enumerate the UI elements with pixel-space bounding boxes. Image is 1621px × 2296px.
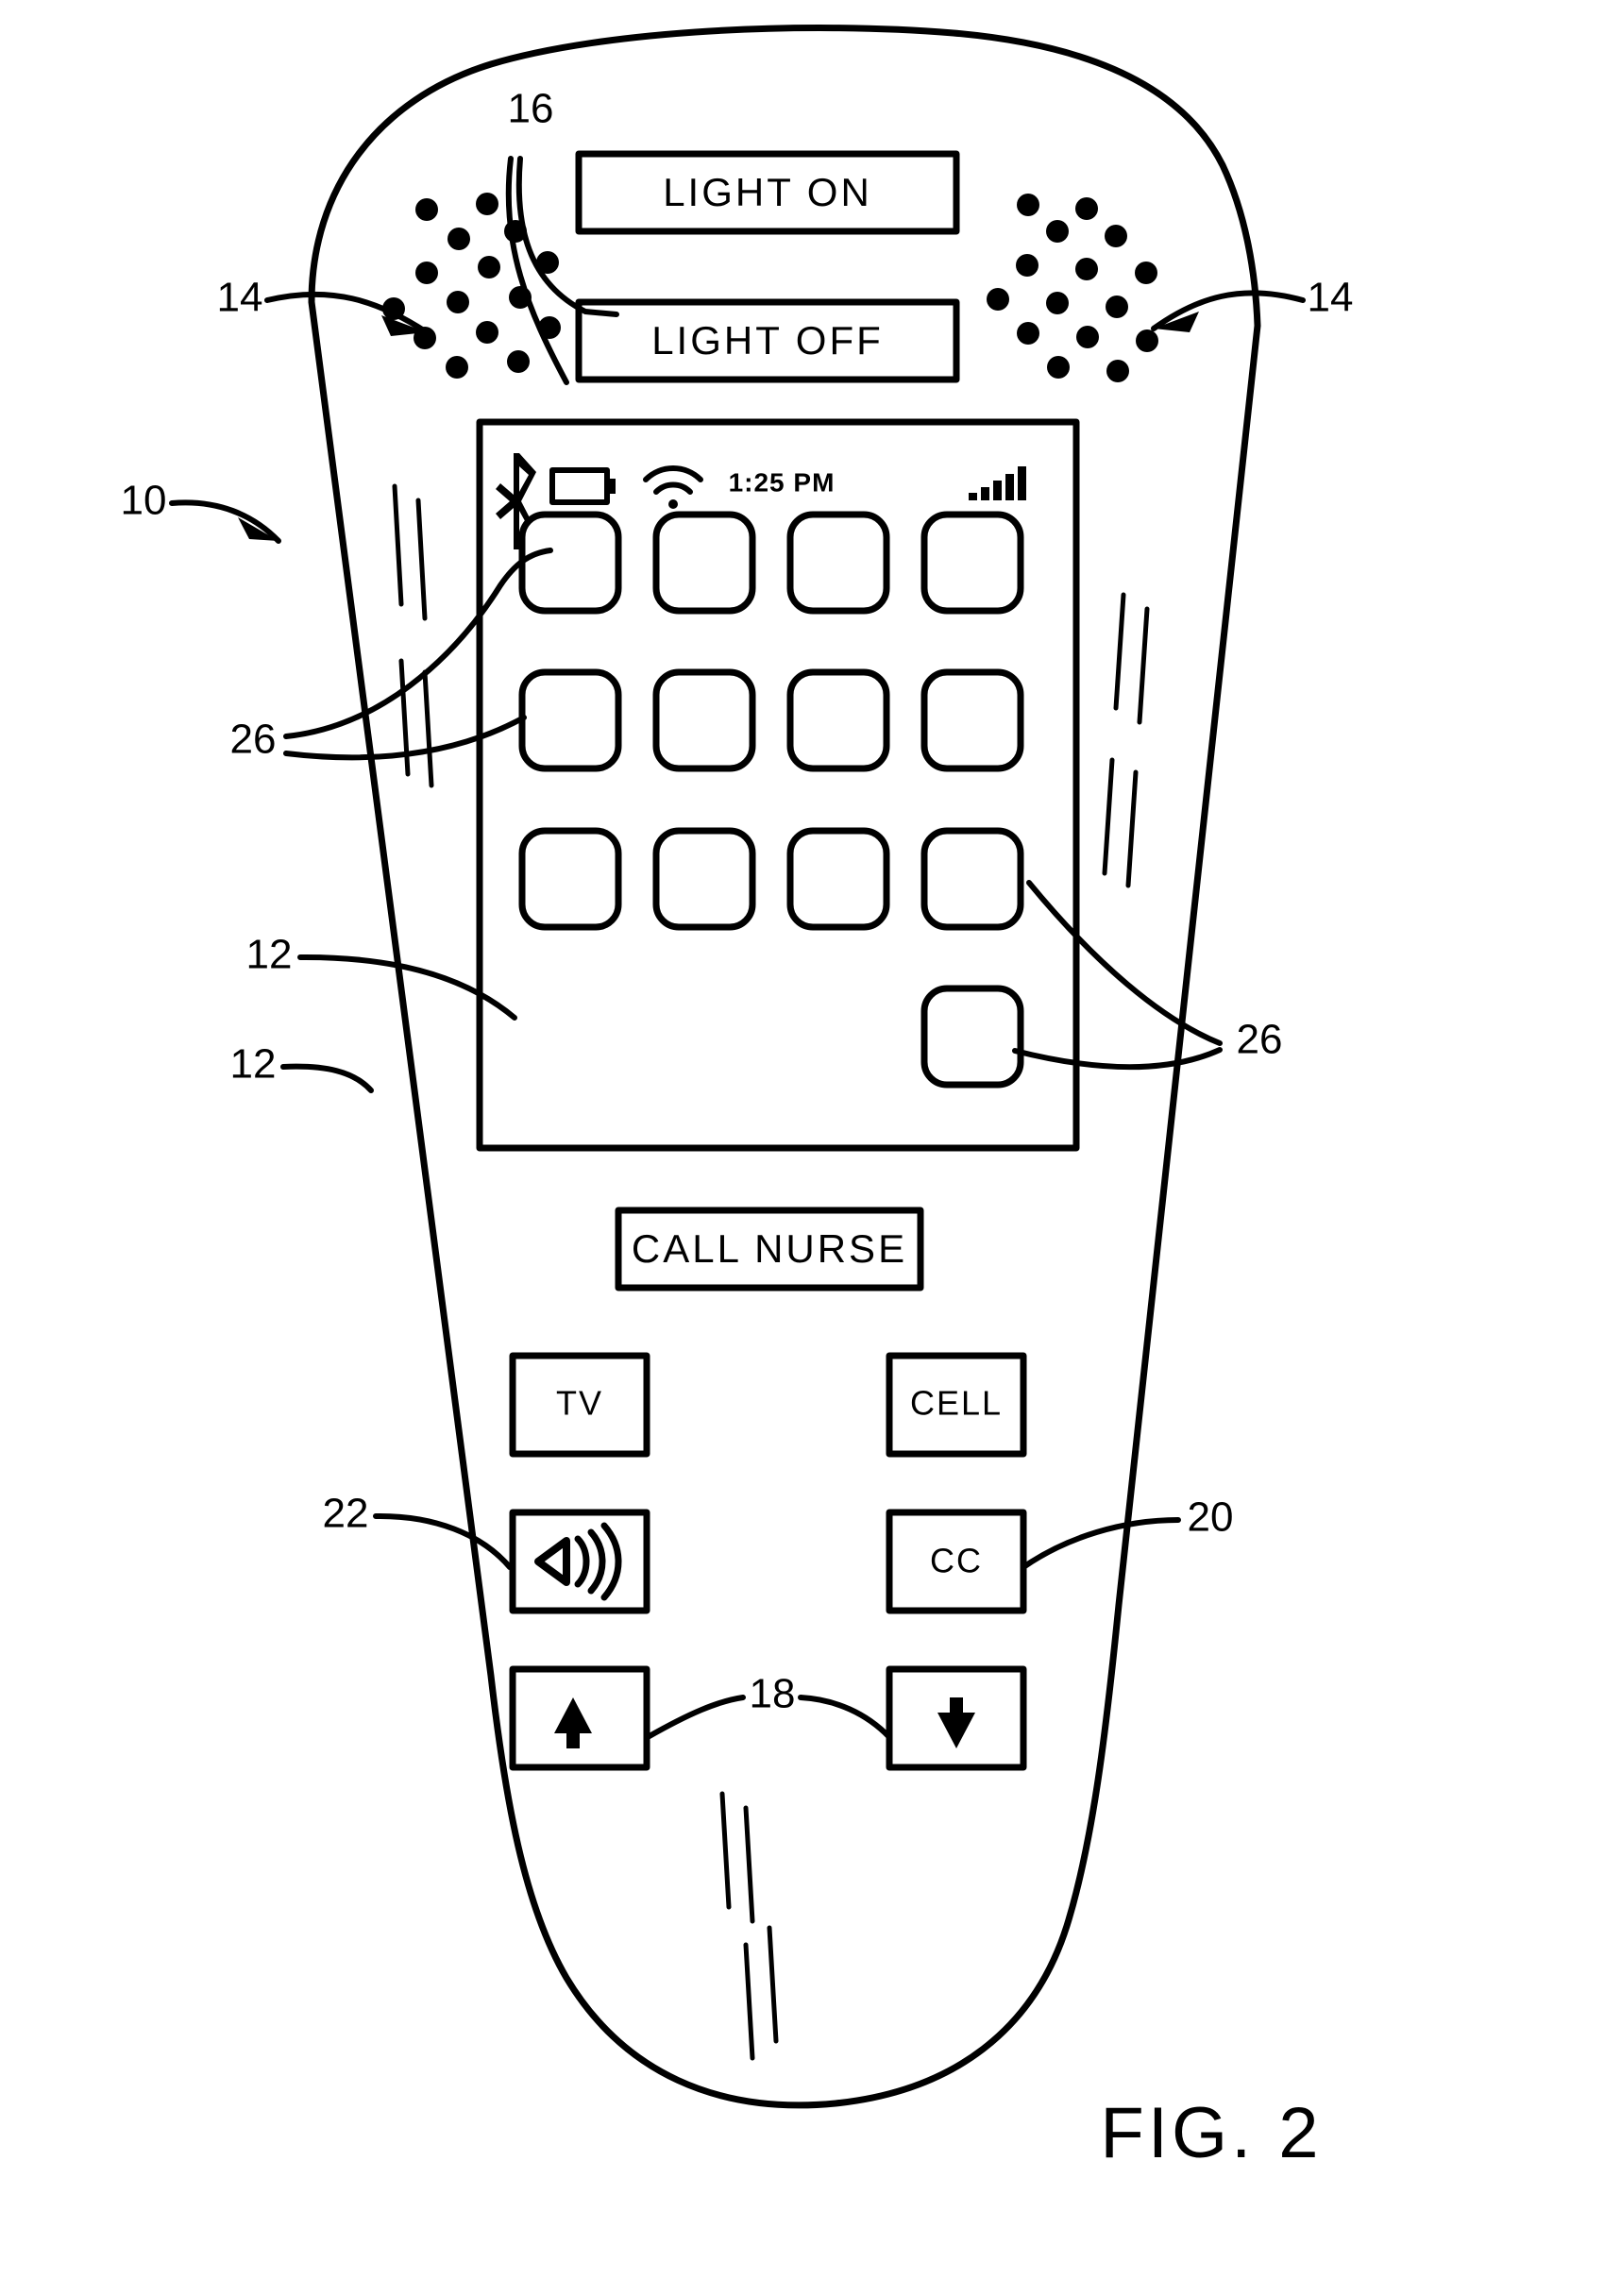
leader-14-left (264, 291, 430, 336)
call-nurse-button[interactable]: CALL NURSE (615, 1207, 924, 1292)
figure-drawing: LIGHT ON LIGHT OFF 16 14 14 1:25 PM 26 2… (121, 25, 1354, 2173)
call-nurse-label: CALL NURSE (632, 1226, 907, 1271)
app-icon[interactable] (920, 985, 1024, 1089)
ref-numeral-24: 12 (246, 932, 293, 978)
figure-label: FIG. 2 (1100, 2093, 1322, 2173)
app-icon[interactable] (920, 827, 1024, 931)
cc-label: CC (930, 1542, 983, 1580)
ref-numeral-22: 22 (323, 1491, 369, 1537)
patent-figure-page: LIGHT ON LIGHT OFF 16 14 14 1:25 PM 26 2… (0, 0, 1621, 2296)
ref-numeral-16: 16 (508, 86, 554, 132)
app-icon[interactable] (518, 668, 622, 772)
app-icon[interactable] (786, 511, 890, 615)
bed-down-button[interactable] (886, 1665, 1027, 1771)
ref-numeral-12: 12 (230, 1041, 277, 1088)
ref-numeral-14-right: 14 (1308, 275, 1354, 321)
leader-22 (373, 1512, 513, 1570)
app-icon[interactable] (518, 511, 622, 615)
cell-label: CELL (910, 1384, 1003, 1423)
ref-numeral-26-upper: 26 (230, 717, 277, 763)
touchscreen-display[interactable]: 1:25 PM (476, 418, 1080, 1152)
light-on-label: LIGHT ON (663, 170, 872, 214)
app-icon[interactable] (652, 827, 756, 931)
speaker-grille-right (987, 194, 1158, 382)
leader-14-right (1151, 290, 1306, 332)
volume-button[interactable] (509, 1509, 650, 1614)
app-icon[interactable] (786, 668, 890, 772)
ref-numeral-20: 20 (1188, 1494, 1234, 1541)
ref-numeral-14-left: 14 (217, 275, 263, 321)
tv-label: TV (556, 1384, 603, 1423)
tv-button[interactable]: TV (509, 1352, 650, 1458)
cell-button[interactable]: CELL (886, 1352, 1027, 1458)
status-bar-time: 1:25 PM (729, 467, 836, 497)
app-icon[interactable] (518, 827, 622, 931)
app-icon[interactable] (920, 668, 1024, 772)
light-off-button[interactable]: LIGHT OFF (575, 298, 960, 383)
speaker-grille-left (382, 193, 561, 379)
ref-numeral-18: 18 (750, 1671, 796, 1717)
leader-20 (1021, 1517, 1181, 1570)
app-icon[interactable] (652, 511, 756, 615)
ref-numeral-26-lower: 26 (1237, 1017, 1283, 1063)
app-icon[interactable] (786, 827, 890, 931)
cc-button[interactable]: CC (886, 1509, 1027, 1614)
ref-numeral-10: 10 (121, 478, 167, 524)
light-off-label: LIGHT OFF (651, 318, 884, 363)
app-icon[interactable] (652, 668, 756, 772)
app-icon[interactable] (920, 511, 1024, 615)
bed-up-button[interactable] (509, 1665, 650, 1771)
leader-12 (280, 1063, 374, 1093)
leader-10 (169, 499, 281, 544)
light-on-button[interactable]: LIGHT ON (575, 150, 960, 235)
